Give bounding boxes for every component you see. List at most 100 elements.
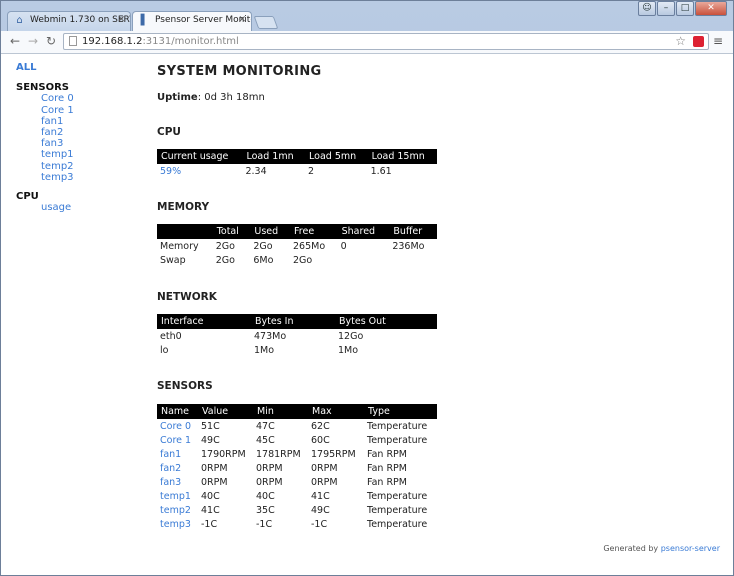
- extension-icon[interactable]: [693, 36, 704, 47]
- table-cell: 1790RPM: [201, 448, 246, 460]
- nav-sensor-link[interactable]: temp3: [16, 172, 74, 183]
- sensor-name-link[interactable]: fan2: [160, 463, 181, 474]
- page-content: ALL SENSORS Core 0 Core 1 fan1 fan2 fan3…: [1, 54, 733, 575]
- table-cell: 47C: [256, 420, 275, 432]
- user-icon[interactable]: ☺: [638, 1, 656, 16]
- tab-label: Webmin 1.730 on SERVPC: [30, 15, 130, 25]
- nav-sensor-link[interactable]: temp2: [16, 161, 74, 172]
- maximize-icon[interactable]: □: [676, 1, 694, 16]
- table-cell: 1.61: [370, 165, 392, 177]
- table-cell: 0RPM: [201, 476, 228, 488]
- nav-all-link[interactable]: ALL: [16, 62, 74, 73]
- column-header: Min: [253, 404, 308, 419]
- tab-webmin[interactable]: ⌂ Webmin 1.730 on SERVPC ✕: [7, 11, 131, 31]
- table-row: temp3 -1C -1C -1C Temperature: [157, 517, 437, 531]
- nav-sensor-link[interactable]: temp1: [16, 149, 74, 160]
- column-header: Load 5mn: [305, 149, 368, 164]
- cpu-usage-link[interactable]: 59%: [160, 166, 181, 177]
- page-icon: [69, 36, 77, 46]
- table-cell: Temperature: [367, 518, 428, 530]
- nav-cpu-heading: CPU: [16, 191, 39, 203]
- sensors-table: Name Value Min Max Type Core 0 51C 47C 6…: [157, 404, 437, 531]
- column-header: [157, 224, 213, 239]
- table-cell: 2Go: [215, 254, 235, 266]
- footer-text: Generated by: [603, 544, 661, 553]
- table-cell: -1C: [201, 518, 218, 530]
- column-header: Buffer: [389, 224, 437, 239]
- table-cell: 0RPM: [256, 476, 283, 488]
- close-icon[interactable]: ✕: [238, 15, 246, 25]
- close-window-icon[interactable]: ✕: [695, 1, 727, 16]
- table-cell: 236Mo: [392, 240, 425, 252]
- nav-sensor-link[interactable]: Core 0: [16, 93, 74, 104]
- column-header: Load 15mn: [367, 149, 437, 164]
- table-cell: 1Mo: [254, 344, 275, 356]
- network-table: Interface Bytes In Bytes Out eth0 473Mo …: [157, 314, 437, 357]
- table-cell: -1C: [311, 518, 328, 530]
- table-cell: 1795RPM: [311, 448, 356, 460]
- nav-sensors-heading: SENSORS: [16, 82, 70, 94]
- table-cell: 2: [308, 165, 315, 177]
- table-cell: 265Mo: [293, 240, 326, 252]
- cpu-heading: CPU: [157, 126, 181, 138]
- table-cell: 49C: [201, 434, 220, 446]
- footer: Generated by psensor-server: [603, 544, 720, 553]
- table-cell: 62C: [311, 420, 330, 432]
- sensor-name-link[interactable]: Core 0: [160, 421, 191, 432]
- new-tab-button[interactable]: [253, 16, 279, 29]
- nav-sensor-link[interactable]: Core 1: [16, 105, 74, 116]
- table-cell: Fan RPM: [367, 476, 407, 488]
- table-cell: 40C: [201, 490, 220, 502]
- table-row: fan3 0RPM 0RPM 0RPM Fan RPM: [157, 475, 437, 489]
- bookmark-star-icon[interactable]: ☆: [675, 34, 686, 48]
- network-heading: NETWORK: [157, 291, 217, 303]
- page-title: SYSTEM MONITORING: [157, 64, 322, 79]
- tab-psensor[interactable]: ▌ Psensor Server Monitoring ✕: [132, 11, 252, 31]
- address-bar[interactable]: 192.168.1.2:3131/monitor.html ☆: [63, 33, 709, 50]
- url-text[interactable]: 192.168.1.2:3131/monitor.html: [82, 36, 239, 47]
- sensor-name-link[interactable]: temp1: [160, 491, 191, 502]
- table-row: 59% 2.34 2 1.61: [157, 164, 437, 178]
- reload-icon[interactable]: ↻: [43, 34, 59, 48]
- nav-cpu-usage-link[interactable]: usage: [16, 202, 74, 213]
- column-header: Free: [290, 224, 338, 239]
- table-cell: 6Mo: [253, 254, 274, 266]
- psensor-server-link[interactable]: psensor-server: [661, 544, 720, 553]
- table-cell: 35C: [256, 504, 275, 516]
- table-cell: Fan RPM: [367, 448, 407, 460]
- table-cell: Temperature: [367, 490, 428, 502]
- nav-sensor-link[interactable]: fan1: [16, 116, 74, 127]
- window-controls: ☺ – □ ✕: [637, 1, 727, 17]
- uptime-value: : 0d 3h 18mn: [197, 92, 265, 103]
- browser-window: ⌂ Webmin 1.730 on SERVPC ✕ ▌ Psensor Ser…: [0, 0, 734, 576]
- table-cell: Memory: [160, 240, 199, 252]
- browser-toolbar: ← → ↻ 192.168.1.2:3131/monitor.html ☆ ≡: [1, 31, 733, 54]
- sensor-name-link[interactable]: fan3: [160, 477, 181, 488]
- nav-sensor-link[interactable]: fan3: [16, 138, 74, 149]
- back-icon[interactable]: ←: [7, 34, 23, 48]
- table-cell: lo: [160, 344, 169, 356]
- menu-icon[interactable]: ≡: [713, 34, 723, 48]
- sensor-name-link[interactable]: temp2: [160, 505, 191, 516]
- table-cell: 2Go: [215, 240, 235, 252]
- column-header: Interface: [157, 314, 251, 329]
- column-header: Bytes In: [251, 314, 335, 329]
- sensor-name-link[interactable]: temp3: [160, 519, 191, 530]
- table-row: temp1 40C 40C 41C Temperature: [157, 489, 437, 503]
- table-cell: [389, 253, 437, 267]
- sensor-name-link[interactable]: fan1: [160, 449, 181, 460]
- nav-sensor-link[interactable]: fan2: [16, 127, 74, 138]
- table-cell: Swap: [160, 254, 186, 266]
- table-cell: 49C: [311, 504, 330, 516]
- minimize-icon[interactable]: –: [657, 1, 675, 16]
- close-icon[interactable]: ✕: [117, 15, 125, 25]
- cpu-table: Current usage Load 1mn Load 5mn Load 15m…: [157, 149, 437, 178]
- table-row: Core 0 51C 47C 62C Temperature: [157, 419, 437, 433]
- table-cell: 2Go: [293, 254, 313, 266]
- forward-icon[interactable]: →: [25, 34, 41, 48]
- table-cell: 2.34: [245, 165, 267, 177]
- column-header: Total: [212, 224, 251, 239]
- sensor-name-link[interactable]: Core 1: [160, 435, 191, 446]
- table-row: lo 1Mo 1Mo: [157, 343, 437, 357]
- tab-strip: ⌂ Webmin 1.730 on SERVPC ✕ ▌ Psensor Ser…: [1, 1, 733, 31]
